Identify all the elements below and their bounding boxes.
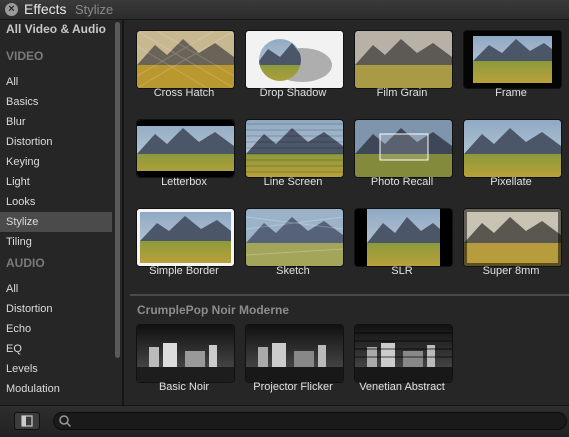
effect-thumb-line-screen[interactable]: [246, 120, 343, 177]
effect-thumb-slr[interactable]: [355, 209, 452, 266]
title-bar: × Effects Stylize: [0, 0, 569, 20]
effect-label-frame: Frame: [495, 87, 527, 99]
effect-label-slr: SLR: [391, 265, 413, 277]
effect-label-simple-border: Simple Border: [149, 265, 219, 277]
video-section-header: VIDEO: [6, 49, 44, 63]
effect-thumb-pixellate[interactable]: [464, 120, 561, 177]
effect-label-drop-shadow: Drop Shadow: [259, 87, 327, 99]
sidebar-item-levels[interactable]: Levels: [0, 359, 112, 379]
sidebar-item-tiling[interactable]: Tiling: [0, 232, 112, 252]
effect-label-venetian-abstract: Venetian Abstract: [359, 381, 445, 393]
effect-thumb-frame[interactable]: [464, 31, 561, 88]
effect-label-line-screen: Line Screen: [263, 176, 323, 188]
effect-thumb-cross-hatch[interactable]: [137, 31, 234, 88]
effect-thumb-photo-recall[interactable]: [355, 120, 452, 177]
sidebar-item-stylize[interactable]: Stylize: [0, 212, 112, 232]
effect-thumb-drop-shadow[interactable]: [246, 31, 343, 88]
effect-thumb-basic-noir[interactable]: [137, 325, 234, 382]
sidebar-item-all-video-audio[interactable]: All Video & Audio: [6, 22, 106, 36]
effects-browser: Cross Hatch Drop Shadow Film Grain Frame…: [124, 20, 569, 405]
close-icon[interactable]: ×: [5, 3, 18, 16]
effect-thumb-venetian-abstract[interactable]: [355, 325, 452, 382]
effect-label-super-8mm: Super 8mm: [482, 265, 540, 277]
effect-label-basic-noir: Basic Noir: [158, 381, 210, 393]
sidebar-item-eq[interactable]: EQ: [0, 339, 112, 359]
effect-thumb-super-8mm[interactable]: [464, 209, 561, 266]
sidebar-item-echo[interactable]: Echo: [0, 319, 112, 339]
search-input[interactable]: [74, 413, 554, 429]
effect-thumb-film-grain[interactable]: [355, 31, 452, 88]
search-icon: [59, 415, 72, 428]
effect-thumb-letterbox[interactable]: [137, 120, 234, 177]
section-divider: [130, 294, 569, 296]
sidebar-item-light[interactable]: Light: [0, 172, 112, 192]
audio-section-header: AUDIO: [6, 256, 45, 270]
search-field[interactable]: [53, 412, 567, 430]
sidebar-item-audio-distortion[interactable]: Distortion: [0, 299, 112, 319]
effect-label-sketch: Sketch: [276, 265, 310, 277]
sidebar-toggle-button[interactable]: [14, 412, 40, 430]
effect-label-photo-recall: Photo Recall: [370, 176, 434, 188]
sidebar-item-looks[interactable]: Looks: [0, 192, 112, 212]
window-subtitle: Stylize: [75, 2, 114, 17]
sidebar-item-modulation[interactable]: Modulation: [0, 379, 112, 399]
window-title: Effects: [24, 1, 67, 17]
effect-label-pixellate: Pixellate: [490, 176, 532, 188]
category-sidebar: All Video & Audio VIDEO All Basics Blur …: [0, 20, 122, 405]
sidebar-toggle-icon: [21, 415, 33, 427]
effect-label-projector-flicker: Projector Flicker: [253, 381, 333, 393]
bottom-toolbar: [0, 405, 569, 437]
sidebar-item-basics[interactable]: Basics: [0, 92, 112, 112]
sidebar-item-audio-all[interactable]: All: [0, 279, 112, 299]
noir-section-title: CrumplePop Noir Moderne: [137, 303, 290, 317]
sidebar-scrollbar[interactable]: [115, 22, 120, 358]
sidebar-item-keying[interactable]: Keying: [0, 152, 112, 172]
effect-label-letterbox: Letterbox: [161, 176, 207, 188]
effect-label-cross-hatch: Cross Hatch: [153, 87, 215, 99]
sidebar-item-blur[interactable]: Blur: [0, 112, 112, 132]
sidebar-item-video-all[interactable]: All: [0, 72, 112, 92]
effect-thumb-sketch[interactable]: [246, 209, 343, 266]
sidebar-item-distortion[interactable]: Distortion: [0, 132, 112, 152]
effect-label-film-grain: Film Grain: [376, 87, 428, 99]
effect-thumb-projector-flicker[interactable]: [246, 325, 343, 382]
effect-thumb-simple-border[interactable]: [137, 209, 234, 266]
